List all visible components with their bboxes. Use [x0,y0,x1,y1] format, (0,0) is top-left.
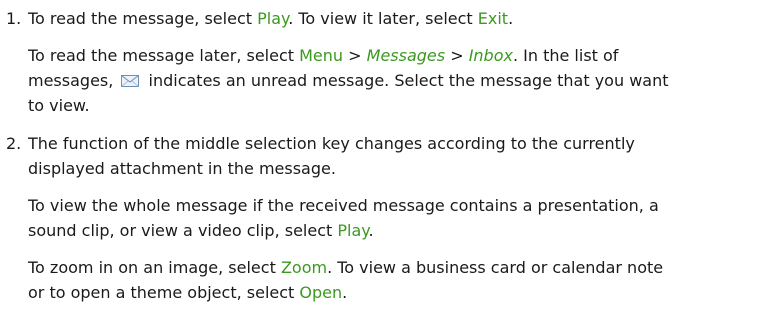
path-separator: > [445,46,469,65]
key-menu: Menu [299,46,344,65]
text-segment: . In the list of [512,46,619,65]
text-segment: to view. [28,96,90,115]
unread-message-envelope-icon [121,75,140,87]
text-segment: indicates an unread message. Select the … [143,71,669,90]
key-play-2: Play [337,221,369,240]
key-zoom: Zoom [280,258,328,277]
text-segment: To read the message later, select [28,46,300,65]
text-segment: sound clip, or view a video clip, select [28,221,338,240]
list-number-1: 1. [6,9,22,28]
list-item-2: 2. The function of the middle selection … [0,131,761,305]
key-messages: Messages [366,46,446,65]
text-segment: . To view a business card or calendar no… [327,258,664,277]
text-segment: To view the whole message if the receive… [28,196,659,215]
text-segment: The function of the middle selection key… [28,134,635,153]
paragraph-zoom-open: To zoom in on an image, select Zoom. To … [28,255,757,305]
text-segment: messages, [28,71,119,90]
paragraph-view-whole: To view the whole message if the receive… [28,193,757,243]
text-segment: To zoom in on an image, select [28,258,281,277]
paragraph-middle-key: The function of the middle selection key… [28,131,757,181]
document-body: 1. To read the message, select Play. To … [0,0,761,305]
text-segment: . To view it later, select [288,9,478,28]
key-open: Open [299,283,343,302]
paragraph-read-message: To read the message, select Play. To vie… [28,6,757,31]
path-separator: > [343,46,367,65]
text-segment: or to open a theme object, select [28,283,300,302]
text-segment: . [342,283,348,302]
text-segment: . [508,9,514,28]
list-number-2: 2. [6,134,22,153]
text-segment: displayed attachment in the message. [28,159,336,178]
key-inbox: Inbox [468,46,513,65]
text-segment: To read the message, select [28,9,258,28]
key-exit: Exit [477,9,509,28]
text-segment: . [368,221,374,240]
list-item-1: 1. To read the message, select Play. To … [0,6,761,118]
key-play: Play [257,9,289,28]
paragraph-read-later: To read the message later, select Menu >… [28,43,757,118]
